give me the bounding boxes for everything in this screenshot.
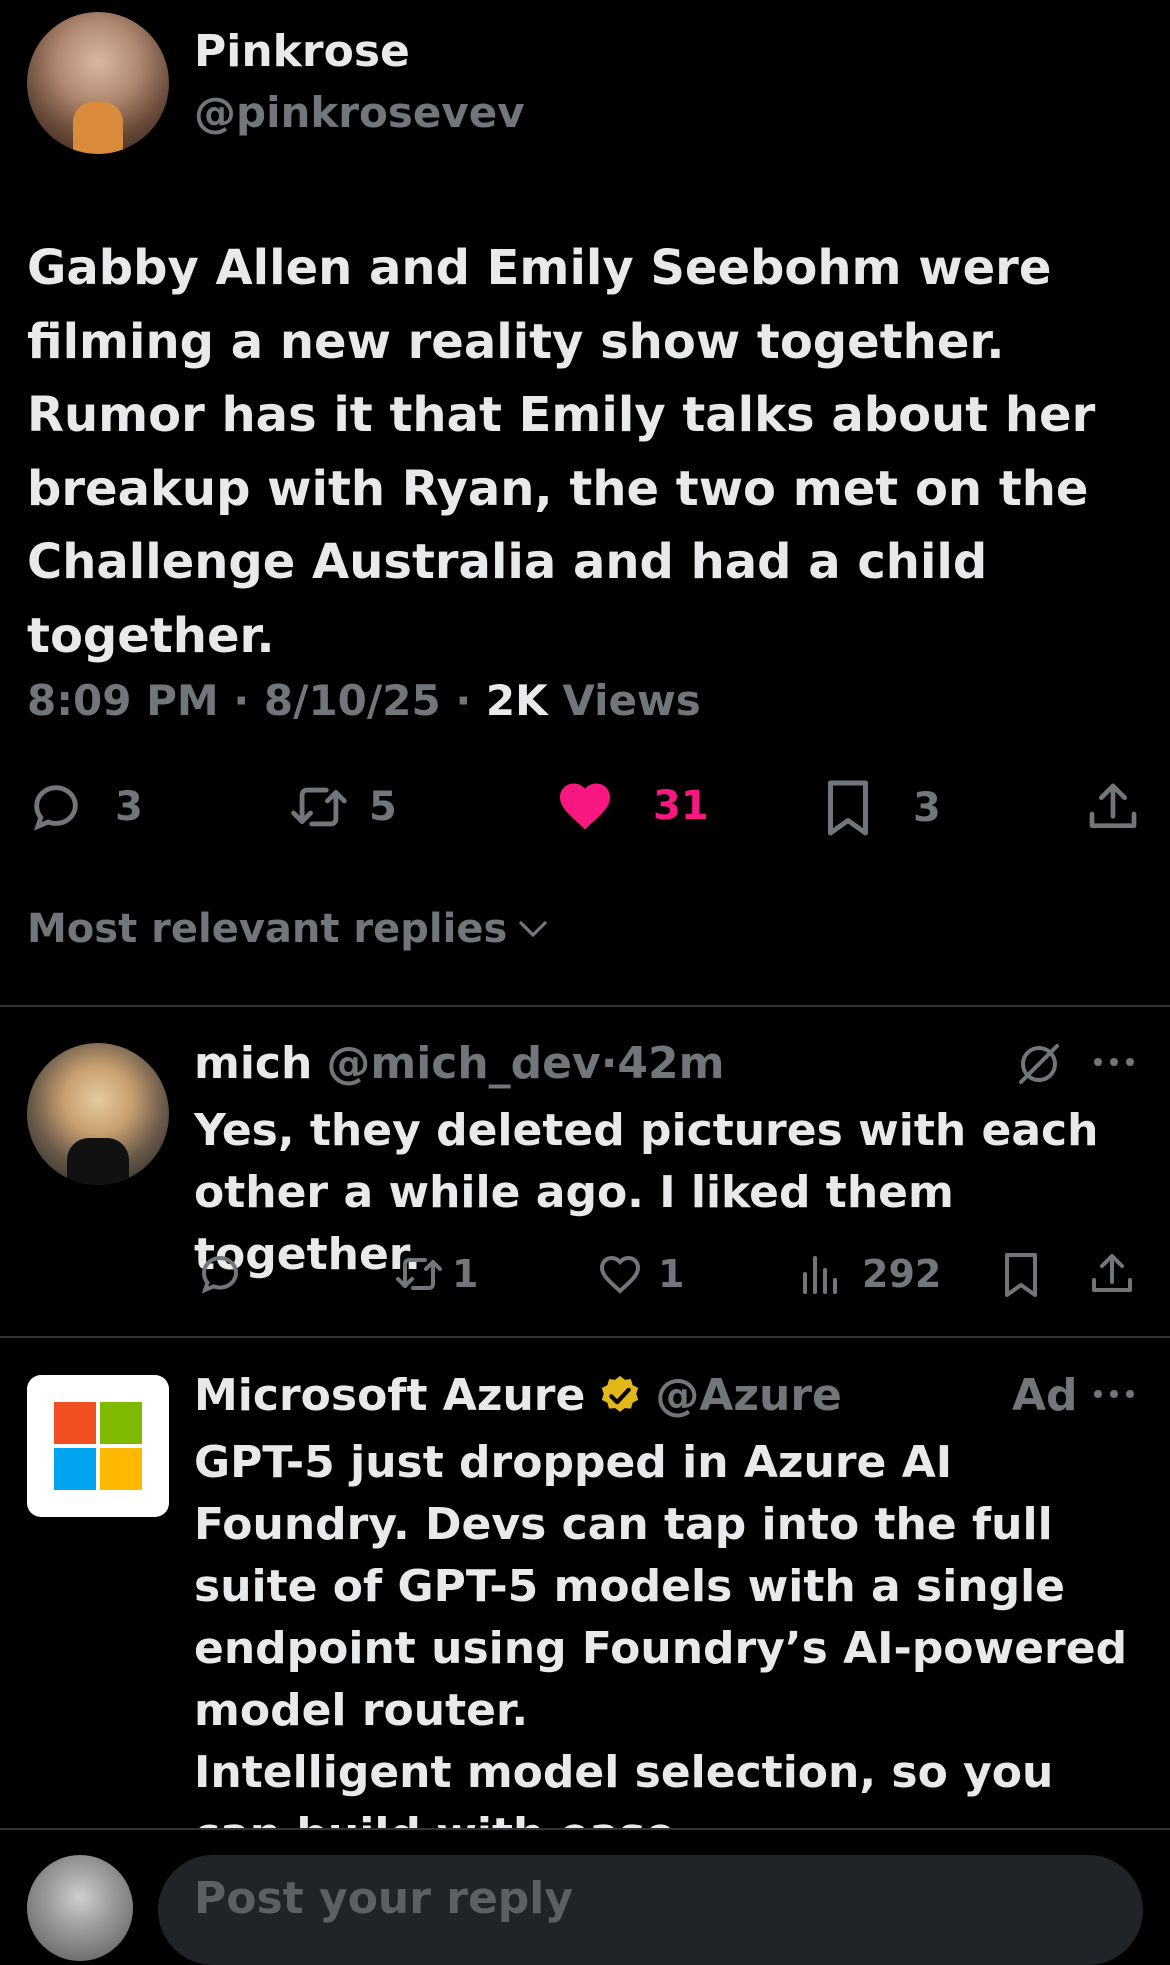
reply-avatar[interactable] bbox=[27, 1043, 169, 1185]
ad-header: Microsoft Azure @Azure bbox=[194, 1370, 842, 1421]
ad-text: GPT-5 just dropped in Azure AI Foundry. … bbox=[194, 1437, 1128, 1736]
verified-badge-icon bbox=[597, 1373, 643, 1419]
bookmark-action[interactable]: 3 bbox=[823, 778, 941, 838]
logo-square-yellow bbox=[100, 1448, 142, 1490]
post-meta: 8:09 PM · 8/10/25 · 2K Views bbox=[27, 676, 701, 725]
logo-square-red bbox=[54, 1402, 96, 1444]
ad-more-options-icon[interactable] bbox=[1092, 1384, 1136, 1404]
views-label: Views bbox=[562, 676, 701, 725]
reply-like-action[interactable]: 1 bbox=[596, 1250, 684, 1298]
ad-label: Ad bbox=[1012, 1370, 1078, 1421]
my-avatar[interactable] bbox=[27, 1855, 133, 1961]
reply-icon bbox=[27, 778, 85, 836]
reply-action[interactable]: 3 bbox=[27, 778, 143, 836]
grok-icon[interactable] bbox=[1015, 1040, 1063, 1088]
meta-separator: · bbox=[455, 676, 472, 725]
microsoft-logo[interactable] bbox=[27, 1375, 169, 1517]
repost-count: 5 bbox=[369, 784, 397, 830]
heart-filled-icon bbox=[555, 776, 615, 836]
reply-views-action[interactable]: 292 bbox=[798, 1250, 941, 1298]
sort-label: Most relevant replies bbox=[27, 906, 508, 952]
views-icon bbox=[798, 1250, 840, 1298]
reply-author-handle[interactable]: @mich_dev bbox=[326, 1038, 600, 1089]
ad-text-continued: Intelligent model selection, so you can … bbox=[194, 1747, 1054, 1830]
reply-input[interactable]: Post your reply bbox=[158, 1855, 1143, 1965]
bookmark-count: 3 bbox=[913, 785, 941, 831]
reply-input-placeholder: Post your reply bbox=[194, 1873, 574, 1924]
reply-bookmark-icon[interactable] bbox=[1001, 1250, 1041, 1300]
ad-author-handle[interactable]: @Azure bbox=[655, 1370, 842, 1421]
reply-time: 42m bbox=[617, 1038, 725, 1089]
author-name[interactable]: Pinkrose bbox=[194, 26, 410, 77]
like-count: 31 bbox=[653, 783, 709, 829]
sort-dropdown[interactable]: Most relevant replies bbox=[27, 906, 551, 952]
author-avatar[interactable] bbox=[27, 12, 169, 154]
reply-separator: · bbox=[600, 1038, 618, 1089]
reply-header: mich @mich_dev·42m bbox=[194, 1038, 725, 1089]
reply-count: 3 bbox=[115, 784, 143, 830]
logo-square-green bbox=[100, 1402, 142, 1444]
reply-author-name[interactable]: mich bbox=[194, 1038, 312, 1089]
divider bbox=[0, 1005, 1170, 1007]
share-icon[interactable] bbox=[1085, 778, 1141, 836]
ad-text-clip: Intelligent model selection, so you can … bbox=[0, 1740, 1170, 1830]
views-count: 2K bbox=[485, 676, 548, 725]
repost-action[interactable]: 5 bbox=[287, 778, 397, 836]
post-text: Gabby Allen and Emily Seebohm were filmi… bbox=[27, 240, 1096, 664]
reply-action[interactable] bbox=[196, 1250, 244, 1298]
reply-views-count: 292 bbox=[862, 1252, 942, 1296]
chevron-down-icon bbox=[515, 914, 551, 944]
reply-like-count: 1 bbox=[658, 1252, 685, 1296]
logo-square-blue bbox=[54, 1448, 96, 1490]
author-handle[interactable]: @pinkrosevev bbox=[194, 88, 525, 137]
repost-icon bbox=[392, 1250, 446, 1298]
post-time: 8:09 PM bbox=[27, 676, 219, 725]
reply-share-icon[interactable] bbox=[1088, 1250, 1136, 1298]
heart-icon bbox=[596, 1250, 644, 1298]
like-action[interactable]: 31 bbox=[555, 776, 709, 836]
reply-repost-action[interactable]: 1 bbox=[392, 1250, 478, 1298]
reply-repost-count: 1 bbox=[452, 1252, 479, 1296]
more-options-icon[interactable] bbox=[1092, 1052, 1136, 1072]
meta-separator: · bbox=[233, 676, 250, 725]
ad-author-name[interactable]: Microsoft Azure bbox=[194, 1370, 585, 1421]
repost-icon bbox=[287, 778, 351, 836]
divider bbox=[0, 1336, 1170, 1338]
bookmark-icon bbox=[823, 778, 873, 838]
post-date: 8/10/25 bbox=[263, 676, 441, 725]
